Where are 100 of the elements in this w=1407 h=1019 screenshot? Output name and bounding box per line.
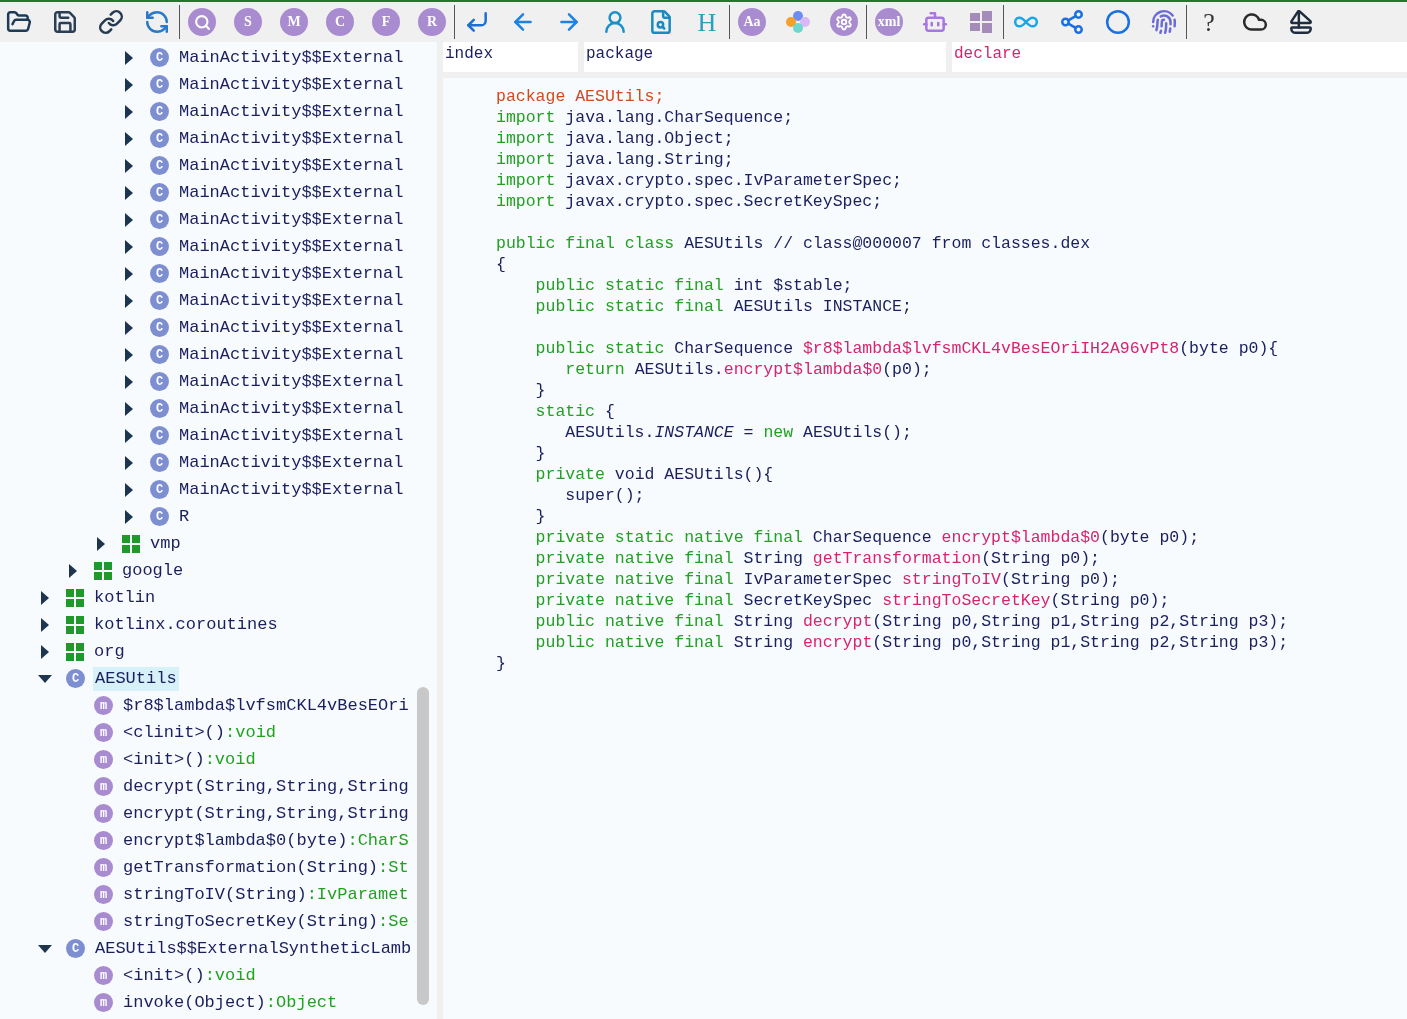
tree-item[interactable]: MainActivity$$External — [177, 207, 406, 232]
tree-item[interactable]: MainActivity$$External — [177, 45, 406, 70]
tree-item[interactable]: MainActivity$$External — [177, 450, 406, 475]
method-badge: m — [94, 831, 113, 850]
class-badge: C — [150, 480, 169, 499]
class-badge: C — [150, 345, 169, 364]
fingerprint-icon — [1151, 9, 1177, 35]
method-badge: m — [94, 858, 113, 877]
column-header[interactable]: package — [584, 42, 946, 72]
tree-item[interactable]: MainActivity$$External — [177, 288, 406, 313]
tree-item[interactable]: MainActivity$$External — [177, 153, 406, 178]
code-line: package AESUtils; — [496, 86, 665, 107]
gear-icon — [835, 13, 853, 31]
tree-item[interactable]: MainActivity$$External — [177, 477, 406, 502]
class-badge: C — [66, 669, 85, 688]
class-badge: C — [150, 75, 169, 94]
tree-item[interactable]: MainActivity$$External — [177, 99, 406, 124]
tree-item[interactable]: MainActivity$$External — [177, 315, 406, 340]
package-icon — [66, 588, 84, 607]
package-icon — [122, 534, 140, 553]
tree-item[interactable]: getTransformation(String):St — [121, 855, 411, 880]
tree-item[interactable]: MainActivity$$External — [177, 180, 406, 205]
tree-item[interactable]: AESUtils — [93, 666, 179, 691]
class-badge: C — [150, 183, 169, 202]
return-arrow-icon — [464, 9, 490, 35]
tree-item[interactable]: stringToSecretKey(String):Se — [121, 909, 411, 934]
class-badge: C — [150, 210, 169, 229]
search-icon — [193, 13, 211, 31]
method-badge: m — [94, 777, 113, 796]
method-badge: m — [94, 696, 113, 715]
tree-item[interactable]: invoke(Object):Object — [121, 990, 340, 1015]
class-badge: C — [150, 372, 169, 391]
method-badge: m — [94, 750, 113, 769]
tree-item[interactable]: <clinit>():void — [121, 720, 279, 745]
code-line: } — [496, 653, 506, 674]
package-icon — [66, 615, 84, 634]
column-header[interactable]: index — [443, 42, 578, 72]
scrollbar[interactable] — [417, 687, 429, 1005]
tree-item[interactable]: decrypt(String,String,String — [121, 774, 411, 799]
sync-icon — [144, 9, 170, 35]
tree-item[interactable]: stringToIV(String):IvParamet — [121, 882, 411, 907]
code-line: AESUtils.INSTANCE = new AESUtils(); — [564, 422, 912, 443]
code-line: public static CharSequence $r8$lambda$lvfsmCKL4vBesEOriIH2A96vPt8(byte p0){ — [534, 338, 1279, 359]
tree-item[interactable]: MainActivity$$External — [177, 423, 406, 448]
code-line: public native final String decrypt(String p0,String p1,String p2,String p3); — [534, 611, 1289, 632]
help-button[interactable]: ? — [1192, 5, 1226, 39]
document-search-icon — [648, 9, 674, 35]
ring-icon — [1105, 9, 1131, 35]
hexagons-icon — [784, 10, 812, 34]
method-badge: m — [94, 804, 113, 823]
tree-item[interactable]: MainActivity$$External — [177, 396, 406, 421]
code-line: private native final String getTransformation(String p0); — [534, 548, 1100, 569]
tree-item[interactable]: MainActivity$$External — [177, 126, 406, 151]
code-line: public static final AESUtils INSTANCE; — [534, 296, 912, 317]
column-header[interactable]: declare — [952, 42, 1407, 72]
code-line: } — [534, 506, 546, 527]
class-badge: C — [150, 453, 169, 472]
tree-item[interactable]: <init>():void — [121, 963, 258, 988]
tree-item[interactable]: R — [177, 504, 192, 529]
tree-item[interactable]: $r8$lambda$lvfsmCKL4vBesEOri — [121, 693, 411, 718]
class-badge: C — [150, 129, 169, 148]
tree-item[interactable]: MainActivity$$External — [177, 72, 406, 97]
method-badge: m — [94, 912, 113, 931]
class-badge: C — [150, 102, 169, 121]
code-line: import java.lang.Object; — [496, 128, 734, 149]
tree-item[interactable]: org — [92, 639, 127, 664]
code-line: import java.lang.String; — [496, 149, 734, 170]
person-icon — [602, 9, 628, 35]
share-icon — [1059, 9, 1085, 35]
save-icon — [52, 9, 78, 35]
tree-item[interactable]: encrypt$lambda$0(byte):CharS — [121, 828, 411, 853]
class-badge: C — [150, 318, 169, 337]
tree-item[interactable]: AESUtils$$ExternalSyntheticLamb — [93, 936, 414, 961]
tree-item[interactable]: kotlinx.coroutines — [92, 612, 280, 637]
package-icon — [94, 561, 112, 580]
tree-item[interactable]: <init>():void — [121, 747, 258, 772]
tree-item[interactable]: MainActivity$$External — [177, 342, 406, 367]
code-line: import javax.crypto.spec.SecretKeySpec; — [496, 191, 883, 212]
class-badge: C — [150, 48, 169, 67]
code-line: { — [496, 254, 506, 275]
tree-item[interactable]: MainActivity$$External — [177, 369, 406, 394]
method-badge: m — [94, 723, 113, 742]
tree-item[interactable]: MainActivity$$External — [177, 234, 406, 259]
code-line: private native final IvParameterSpec stringToIV(String p0); — [534, 569, 1120, 590]
code-line: super(); — [564, 485, 645, 506]
code-line: } — [534, 443, 546, 464]
tree-item[interactable]: encrypt(String,String,String — [121, 801, 411, 826]
code-line: public native final String encrypt(String p0,String p1,String p2,String p3); — [534, 632, 1289, 653]
code-line: private native final SecretKeySpec stringToSecretKey(String p0); — [534, 590, 1170, 611]
class-badge: C — [150, 156, 169, 175]
tree-item[interactable]: MainActivity$$External — [177, 261, 406, 286]
tree-item[interactable]: vmp — [148, 531, 183, 556]
sailboat-icon — [1288, 9, 1314, 35]
windows-icon — [969, 10, 993, 34]
method-badge: m — [94, 993, 113, 1012]
class-badge: C — [150, 399, 169, 418]
tree-item[interactable]: google — [120, 558, 186, 583]
code-line: return AESUtils.encrypt$lambda$0(p0); — [564, 359, 932, 380]
code-line: public final class AESUtils // class@000007 from classes.dex — [496, 233, 1091, 254]
tree-item[interactable]: kotlin — [92, 585, 158, 610]
